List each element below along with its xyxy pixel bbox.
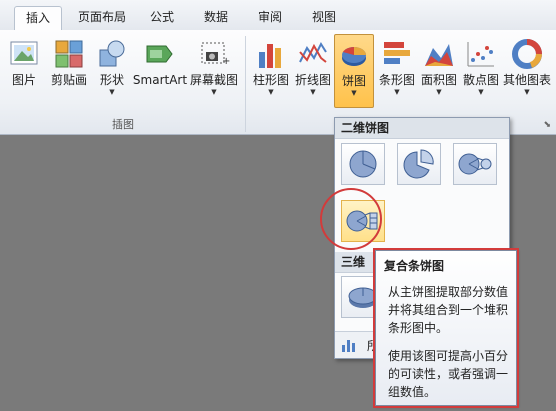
svg-text:+: +	[222, 56, 230, 67]
other-charts-button[interactable]: 其他图表 ▼	[502, 34, 552, 108]
chevron-down-icon: ▼	[310, 88, 316, 96]
tooltip-description: 从主饼图提取部分数值并将其组合到一个堆积条形图中。	[388, 285, 509, 335]
column-chart-icon	[259, 44, 281, 68]
bar-of-pie-tooltip: 复合条饼图 从主饼图提取部分数值并将其组合到一个堆积条形图中。 使用该图可提高小…	[373, 248, 519, 408]
highlight-circle	[320, 188, 382, 250]
shapes-icon	[99, 40, 125, 67]
scatter-chart-button[interactable]: 散点图 ▼	[460, 34, 502, 108]
smartart-button[interactable]: SmartArt	[132, 34, 188, 108]
shapes-label: 形状	[99, 73, 124, 87]
exploded-pie-icon	[403, 149, 434, 179]
scatter-chart-icon	[467, 42, 494, 67]
chevron-down-icon: ▼	[211, 88, 217, 96]
dialog-launcher-icon[interactable]: ⬊	[543, 120, 551, 130]
pie-of-pie-icon	[458, 153, 492, 175]
tab-data[interactable]: 数据	[196, 6, 236, 30]
smartart-label: SmartArt	[132, 73, 188, 87]
pie-icon	[349, 150, 377, 178]
screenshot-label: 屏幕截图	[189, 73, 238, 87]
chevron-down-icon: ▼	[394, 88, 400, 96]
shapes-button[interactable]: 形状 ▼	[94, 34, 130, 108]
tab-page-layout[interactable]: 页面布局	[72, 6, 132, 30]
exploded-pie-option[interactable]	[397, 143, 441, 185]
chevron-down-icon: ▼	[268, 88, 274, 96]
column-chart-button[interactable]: 柱形图 ▼	[250, 34, 292, 108]
screenshot-button[interactable]: + 屏幕截图 ▼	[188, 34, 240, 108]
tooltip-title: 复合条饼图	[384, 259, 445, 273]
bar-chart-label: 条形图	[378, 73, 415, 87]
chart-types-icon	[342, 340, 355, 352]
chevron-down-icon: ▼	[351, 89, 357, 97]
pie-chart-option[interactable]	[341, 143, 385, 185]
section-2d-pie: 二维饼图	[335, 118, 509, 139]
ribbon-tab-bar: 插入 页面布局 公式 数据 审阅 视图	[0, 0, 556, 31]
line-chart-label: 折线图	[294, 73, 331, 87]
picture-button[interactable]: 图片	[4, 34, 44, 108]
pie-chart-button[interactable]: 饼图 ▼	[334, 34, 374, 108]
bar-chart-button[interactable]: 条形图 ▼	[376, 34, 418, 108]
pie-chart-icon	[342, 47, 366, 66]
chevron-down-icon: ▼	[524, 88, 530, 96]
group-separator	[245, 36, 246, 132]
tab-view[interactable]: 视图	[304, 6, 344, 30]
other-charts-label: 其他图表	[502, 73, 551, 87]
clipart-button[interactable]: 剪贴画	[46, 34, 92, 108]
smartart-icon	[146, 45, 173, 63]
picture-icon	[10, 41, 38, 65]
picture-label: 图片	[11, 73, 36, 87]
pie-chart-label: 饼图	[341, 74, 366, 88]
tab-review[interactable]: 审阅	[250, 6, 290, 30]
tooltip-usage: 使用该图可提高小百分的可读性，或者强调一组数值。	[388, 349, 509, 399]
column-chart-label: 柱形图	[252, 73, 289, 87]
tab-insert[interactable]: 插入	[14, 6, 62, 31]
area-chart-label: 面积图	[420, 73, 457, 87]
chevron-down-icon: ▼	[109, 88, 115, 96]
clipart-label: 剪贴画	[50, 73, 87, 87]
scatter-chart-label: 散点图	[462, 73, 499, 87]
chevron-down-icon: ▼	[478, 88, 484, 96]
line-chart-icon	[299, 41, 327, 63]
chevron-down-icon: ▼	[436, 88, 442, 96]
other-charts-icon	[512, 39, 542, 69]
pie-of-pie-option[interactable]	[453, 143, 497, 185]
bar-chart-icon	[384, 42, 410, 64]
tab-formulas[interactable]: 公式	[142, 6, 182, 30]
screenshot-icon: +	[201, 42, 230, 67]
illustrations-group-label: 插图	[112, 118, 134, 131]
area-chart-button[interactable]: 面积图 ▼	[418, 34, 460, 108]
area-chart-icon	[425, 44, 453, 66]
line-chart-button[interactable]: 折线图 ▼	[292, 34, 334, 108]
clipart-icon	[55, 40, 83, 68]
